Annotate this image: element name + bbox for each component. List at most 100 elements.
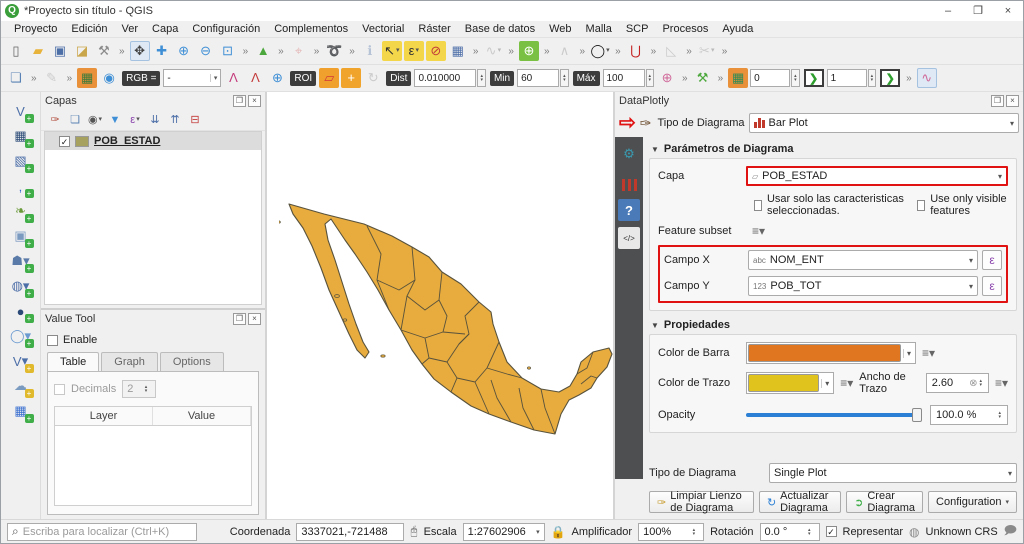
layer-row[interactable]: ✓ POB_ESTAD <box>45 132 261 150</box>
enable-checkbox[interactable] <box>47 334 58 346</box>
add-mesh-layer-icon[interactable]: ▧ <box>9 150 34 173</box>
filter-by-expression-icon[interactable]: ε ▾ <box>126 111 144 129</box>
toolbar-overflow-chevron[interactable]: » <box>314 46 320 57</box>
menu-vectorial[interactable]: Vectorial <box>355 22 411 36</box>
close-panel-icon[interactable]: × <box>1006 94 1019 107</box>
scp-preview-icon[interactable]: ◉ <box>99 68 119 88</box>
capa-combo[interactable]: ▱ POB_ESTAD ▾ <box>746 166 1008 186</box>
zoom-full-icon[interactable]: ⊡ <box>218 41 238 61</box>
dataplotly-toggle-icon[interactable]: ∿ <box>916 68 937 88</box>
toolbar-overflow-chevron[interactable]: » <box>544 46 550 57</box>
project-properties-icon[interactable]: ⚒ <box>94 41 114 61</box>
menu-configuracion[interactable]: Configuración <box>185 22 267 36</box>
toolbar-overflow-chevron[interactable]: » <box>580 46 586 57</box>
grass-tools-icon[interactable]: ▲ <box>253 41 273 61</box>
add-virtual-layer-icon[interactable]: V ▾ <box>9 350 34 373</box>
pan-to-selection-icon[interactable]: ✚ <box>152 41 172 61</box>
add-wms-icon[interactable]: ◍ ▾ <box>9 275 34 298</box>
add-spatialite-icon[interactable]: ▣ <box>9 225 34 248</box>
band-spin1[interactable]: 0 <box>750 69 791 87</box>
toolbar-overflow-chevron[interactable]: » <box>682 73 688 84</box>
collapse-triangle-icon[interactable]: ▼ <box>651 321 659 330</box>
close-panel-icon[interactable]: × <box>248 312 261 325</box>
dist-spinner[interactable]: ▴ ▾ <box>477 69 486 87</box>
vertex-tool-icon[interactable]: ∿ ▾ <box>483 41 503 61</box>
filter-legend-icon[interactable]: ▼ <box>106 111 124 129</box>
min-spinner[interactable]: ▴ ▾ <box>560 69 569 87</box>
crs-label[interactable]: Unknown CRS <box>926 526 998 538</box>
create-plot-button[interactable]: ➲ Crear Diagrama <box>846 490 924 514</box>
clear-value-icon[interactable]: ⊗ <box>969 378 977 389</box>
toolbar-overflow-chevron[interactable]: » <box>508 46 514 57</box>
float-panel-icon[interactable]: ❐ <box>991 94 1004 107</box>
data-defined-override-icon[interactable]: ≡▾ <box>922 346 935 360</box>
help-tab-icon[interactable]: ? <box>618 199 640 221</box>
toolbar-overflow-chevron[interactable]: » <box>349 46 355 57</box>
stroke-width-spinbox[interactable]: 2.60 ⊗ ▴ ▾ <box>925 373 989 393</box>
menu-scp[interactable]: SCP <box>619 22 656 36</box>
opacity-slider[interactable] <box>746 408 922 422</box>
scp-zoom-plus-icon[interactable]: ⊕ <box>657 68 677 88</box>
crs-globe-icon[interactable]: ◍ <box>909 525 919 539</box>
menu-ver[interactable]: Ver <box>115 22 146 36</box>
menu-edicion[interactable]: Edición <box>64 22 114 36</box>
map-canvas[interactable] <box>267 92 615 519</box>
magnifier-spinbox[interactable]: 100% ▴ ▾ <box>638 522 705 541</box>
mouse-position-icon[interactable]: 🖰 <box>410 524 417 539</box>
menu-complementos[interactable]: Complementos <box>267 22 355 36</box>
menu-proyecto[interactable]: Proyecto <box>7 22 64 36</box>
menu-web[interactable]: Web <box>542 22 578 36</box>
column-header-layer[interactable]: Layer <box>55 407 153 425</box>
open-layer-styling-icon[interactable]: ✑ <box>46 111 64 129</box>
save-project-icon[interactable]: ▣ <box>50 41 70 61</box>
zoom-out-icon[interactable]: ⊖ <box>196 41 216 61</box>
roi-polygon-icon[interactable]: ▱ <box>319 68 340 88</box>
snapping-icon[interactable]: ⌖ <box>289 41 309 61</box>
campo-y-combo[interactable]: 123 POB_TOT ▾ <box>748 276 978 296</box>
dist-input[interactable]: 0.010000 <box>414 69 477 87</box>
toolbar-overflow-chevron[interactable]: » <box>615 46 621 57</box>
rgb-combo[interactable]: - ▾ <box>163 69 222 87</box>
plot-type-combo[interactable]: Bar Plot ▾ <box>748 113 1019 133</box>
locator-search-input[interactable]: ⌕ Escriba para localizar (Ctrl+K) <box>7 522 197 541</box>
collapse-all-icon[interactable]: ⇈ <box>166 111 184 129</box>
clean-canvas-button[interactable]: ✑ Limpiar Lienzo de Diagrama <box>649 490 754 514</box>
max-input[interactable]: 100 <box>602 69 645 87</box>
max-spinner[interactable]: ▴ ▾ <box>645 69 655 87</box>
data-defined-override-icon[interactable]: ≡▾ <box>840 376 853 390</box>
scale-combo[interactable]: 1:27602906 ▾ <box>462 522 545 541</box>
toolbar-overflow-chevron[interactable]: » <box>651 46 657 57</box>
toolbar-overflow-chevron[interactable]: » <box>718 73 724 84</box>
bottom-plot-type-combo[interactable]: Single Plot ▾ <box>769 463 1017 483</box>
use-selected-checkbox[interactable] <box>754 199 762 211</box>
menu-raster[interactable]: Ráster <box>411 22 457 36</box>
add-group-icon[interactable]: ❏ <box>66 111 84 129</box>
add-vector-layer-icon[interactable]: V <box>9 100 34 123</box>
add-raster-layer-icon[interactable]: ▦ <box>9 125 34 148</box>
toolbar-overflow-chevron[interactable]: » <box>278 46 284 57</box>
code-tab-icon[interactable]: </> <box>618 227 640 249</box>
float-panel-icon[interactable]: ❐ <box>233 94 246 107</box>
run-band1-button[interactable]: ❯ <box>803 69 824 87</box>
plot-list-tab-icon[interactable] <box>618 171 640 193</box>
scp-bandset-icon[interactable]: ▦ <box>77 68 98 88</box>
band-spin2-arrows[interactable]: ▴ ▾ <box>867 69 877 87</box>
roi-undo-icon[interactable]: ↻ <box>363 68 383 88</box>
collapse-triangle-icon[interactable]: ▼ <box>651 145 659 154</box>
toolbar-overflow-chevron[interactable]: » <box>243 46 249 57</box>
toolbar-overflow-chevron[interactable]: » <box>722 46 728 57</box>
new-project-icon[interactable]: ▯ <box>6 41 26 61</box>
deselect-features-icon[interactable]: ⊘ <box>425 41 446 61</box>
circle-tool-icon[interactable]: ◯ ▾ <box>590 41 610 61</box>
select-by-expression-icon[interactable]: ε ▾ <box>403 41 424 61</box>
update-plot-button[interactable]: ↻ Actualizar Diagrama <box>758 490 842 514</box>
menu-capa[interactable]: Capa <box>145 22 185 36</box>
data-defined-override-icon[interactable]: ≡▾ <box>752 224 765 238</box>
zoom-in-icon[interactable]: ⊕ <box>174 41 194 61</box>
decimals-checkbox[interactable] <box>54 383 65 395</box>
band-spin1-arrows[interactable]: ▴ ▾ <box>791 69 800 87</box>
run-band2-button[interactable]: ❯ <box>880 69 901 87</box>
lock-scale-icon[interactable]: 🔒 <box>551 525 566 539</box>
render-checkbox[interactable]: ✓ <box>825 526 837 537</box>
remove-layer-icon[interactable]: ⊟ <box>186 111 204 129</box>
